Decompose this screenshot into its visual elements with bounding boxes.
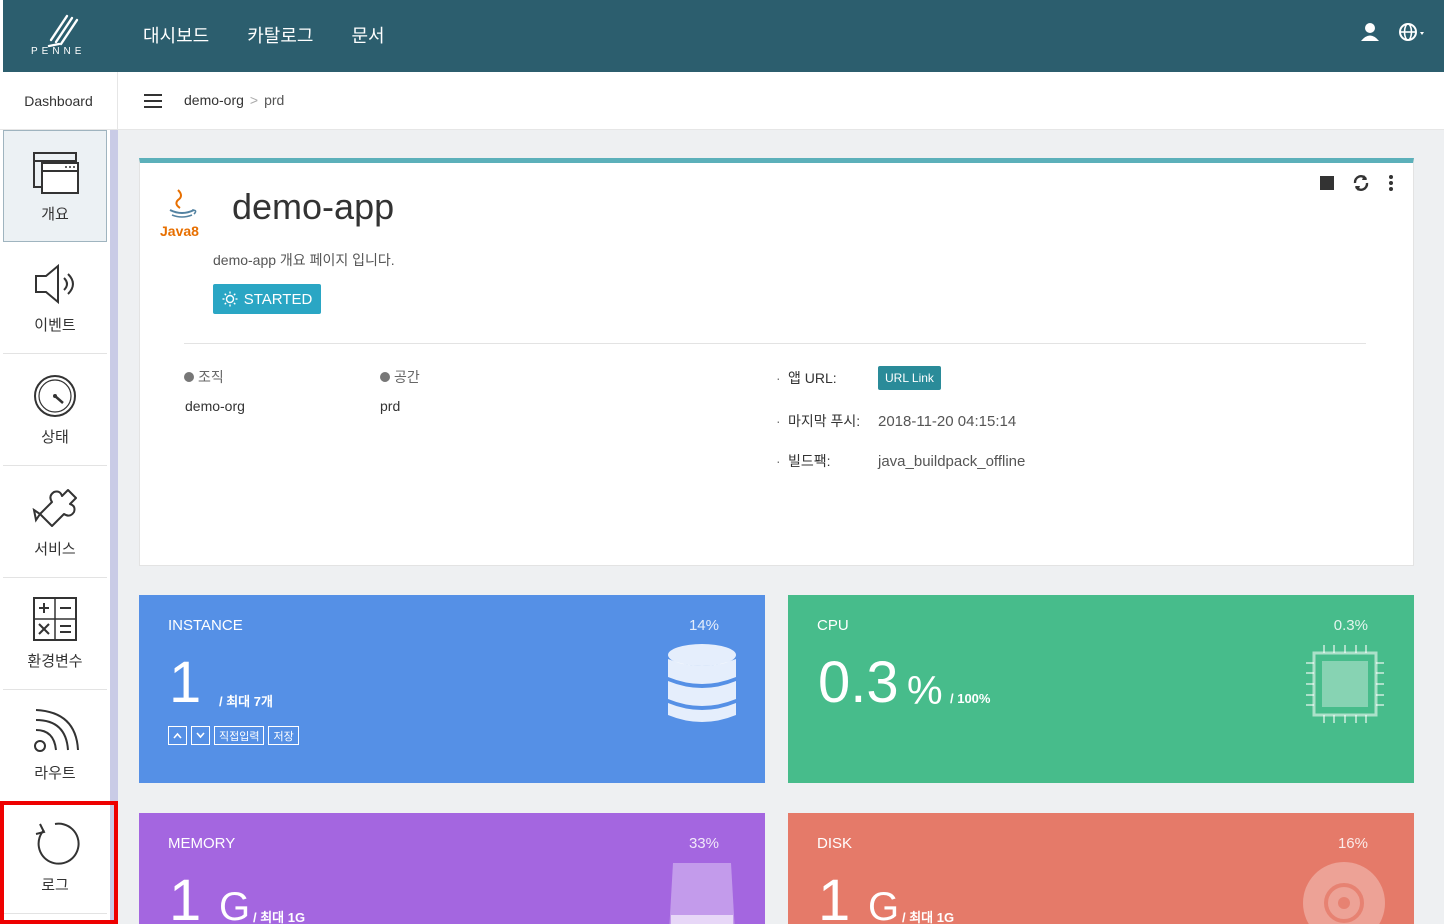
status-text: STARTED [243, 290, 313, 308]
instance-tile: INSTANCE 14% 1 / 최대 7개 직접입력 저장 [139, 595, 765, 783]
tile-unit: % [907, 669, 943, 713]
menu-toggle-icon[interactable] [144, 94, 162, 108]
tile-percent: 16% [1337, 835, 1368, 852]
disk-icon [1303, 862, 1385, 924]
cpu-tile: CPU 0.3% 0.3 % / 100% [788, 595, 1414, 783]
chevron-down-icon [196, 732, 205, 739]
breadcrumb: demo-org > prd [184, 92, 284, 108]
tile-percent: 33% [688, 835, 719, 852]
org-label: 조직 [184, 367, 224, 387]
space-label: 공간 [380, 367, 420, 387]
instance-controls: 직접입력 저장 [168, 726, 299, 745]
sidebar-item-label: 상태 [41, 429, 69, 446]
info-push-row: · 마지막 푸시: 2018-11-20 04:15:14 [776, 412, 1017, 430]
sync-icon[interactable] [1352, 174, 1370, 192]
highlight-box [0, 801, 118, 924]
save-button[interactable]: 저장 [268, 726, 299, 745]
org-value: demo-org [185, 398, 245, 414]
puzzle-icon [32, 489, 77, 527]
top-nav: 대시보드 카탈로그 문서 [143, 22, 385, 48]
buildpack-label: 빌드팩: [788, 453, 831, 469]
card-divider [184, 343, 1366, 344]
nav-dashboard[interactable]: 대시보드 [143, 22, 209, 48]
tile-value: 0.3 [818, 650, 899, 715]
sidebar-item-label: 환경변수 [27, 653, 83, 670]
dashboard-link[interactable]: Dashboard [0, 72, 118, 130]
app-title: demo-app [232, 186, 395, 227]
breadcrumb-space[interactable]: prd [264, 92, 284, 108]
chip-icon [1306, 645, 1384, 723]
tile-subtext: / 최대 1G [253, 910, 306, 924]
disk-tile: DISK 16% 1 G / 최대 1G [788, 813, 1414, 924]
status-badge: STARTED [213, 284, 321, 314]
memory-glass-icon [669, 863, 735, 924]
tile-title: MEMORY [168, 835, 236, 852]
tile-unit: G [868, 885, 900, 924]
tile-title: DISK [817, 835, 853, 852]
bullet-dot-icon [380, 372, 390, 382]
more-vertical-icon[interactable] [1388, 175, 1394, 191]
sidebar-item-label: 서비스 [34, 541, 76, 558]
rss-icon [34, 709, 79, 752]
manual-input-button[interactable]: 직접입력 [214, 726, 265, 745]
nav-docs[interactable]: 문서 [352, 22, 385, 48]
sidebar-item-services[interactable]: 서비스 [3, 466, 107, 578]
java-cup-icon [169, 189, 197, 218]
globe-icon[interactable] [1398, 22, 1426, 42]
sidebar-item-label: 이벤트 [34, 317, 76, 334]
tile-title: CPU [817, 617, 849, 634]
tile-subtext: / 100% [950, 691, 991, 706]
tile-value: 1 [169, 650, 202, 715]
tile-subtext: / 최대 7개 [219, 694, 273, 709]
memory-tile: MEMORY 33% 1 G / 최대 1G [139, 813, 765, 924]
breadcrumb-org[interactable]: demo-org [184, 92, 244, 108]
sidebar-item-status[interactable]: 상태 [3, 354, 107, 466]
tile-subtext: / 최대 1G [902, 910, 955, 924]
chevron-up-icon [173, 732, 182, 739]
logo-text: PENNE [31, 46, 86, 57]
increase-button[interactable] [168, 726, 187, 745]
tile-unit: G [219, 885, 251, 924]
push-label: 마지막 푸시: [788, 413, 861, 429]
space-value: prd [380, 398, 401, 414]
calculator-icon [33, 597, 77, 641]
user-icon[interactable] [1360, 22, 1380, 42]
stop-icon[interactable] [1320, 176, 1334, 190]
url-link-button[interactable]: URL Link [878, 366, 941, 390]
bullet-dot-icon [184, 372, 194, 382]
java8-logo: Java8 [160, 188, 204, 240]
gauge-icon [34, 375, 76, 417]
info-buildpack-row: · 빌드팩: java_buildpack_offline [776, 452, 1026, 470]
sidebar-item-overview[interactable]: 개요 [3, 130, 107, 242]
nav-catalog[interactable]: 카탈로그 [247, 22, 313, 48]
buildpack-value: java_buildpack_offline [878, 452, 1026, 470]
sidebar-item-label: 라우트 [34, 765, 76, 782]
tile-value: 1 [818, 868, 851, 924]
breadcrumb-separator: > [249, 92, 259, 108]
window-icon [33, 151, 79, 194]
sidebar-item-env[interactable]: 환경변수 [3, 578, 107, 690]
database-icon [668, 644, 736, 722]
tile-title: INSTANCE [168, 617, 243, 634]
top-icons [1360, 22, 1426, 42]
url-label: 앱 URL: [788, 370, 837, 386]
app-description: demo-app 개요 페이지 입니다. [213, 252, 395, 268]
decrease-button[interactable] [191, 726, 210, 745]
info-url-row: · 앱 URL: URL Link [776, 366, 941, 390]
tile-percent: 0.3% [1333, 617, 1368, 634]
speaker-icon [35, 263, 74, 305]
top-navbar: PENNE 대시보드 카탈로그 문서 [3, 0, 1444, 72]
tile-value: 1 [169, 868, 202, 924]
push-value: 2018-11-20 04:15:14 [878, 412, 1017, 430]
breadcrumb-bar: Dashboard demo-org > prd [0, 72, 1444, 130]
sidebar-item-events[interactable]: 이벤트 [3, 242, 107, 354]
card-actions [1320, 174, 1394, 192]
sun-icon [222, 291, 238, 307]
sidebar-item-routes[interactable]: 라우트 [3, 690, 107, 802]
sidebar-item-label: 개요 [41, 205, 69, 223]
tile-percent: 14% [688, 617, 719, 634]
runtime-label: Java8 [160, 223, 199, 239]
